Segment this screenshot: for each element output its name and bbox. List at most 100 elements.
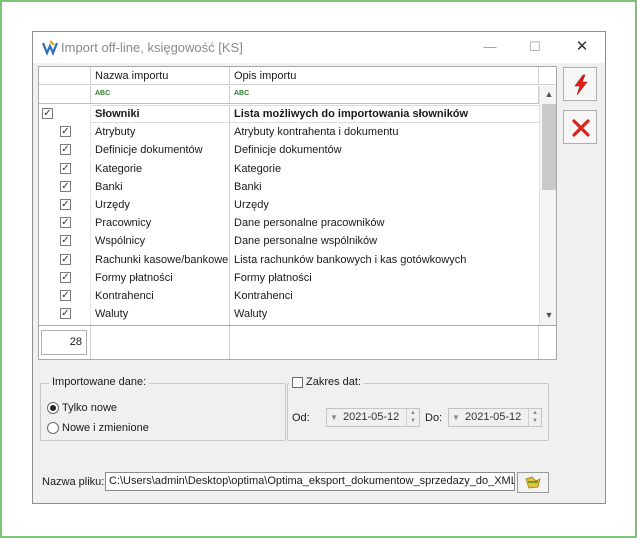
selected-row-outline <box>91 105 539 123</box>
footer-cell <box>230 326 539 359</box>
header-opis-importu[interactable]: Opis importu <box>230 67 539 85</box>
checkbox-checked-icon[interactable]: ✓ <box>42 108 53 119</box>
dropdown-icon: ▼ <box>330 413 338 422</box>
import-desc-cell: Dane personalne pracowników <box>234 217 385 230</box>
maximize-button[interactable]: ☐ <box>524 37 546 57</box>
row-cell <box>57 105 91 123</box>
dropdown-icon: ▼ <box>452 413 460 422</box>
scroll-down-icon[interactable]: ▼ <box>540 307 556 324</box>
table-row[interactable]: ✓ Banki Banki <box>39 177 539 196</box>
spinner-icon[interactable]: ▲ ▼ <box>528 409 541 426</box>
import-desc-cell: Banki <box>234 180 262 193</box>
row-cell <box>39 269 57 287</box>
vertical-scrollbar[interactable]: ▲ ▼ <box>539 86 556 325</box>
checkbox-unchecked-icon[interactable] <box>292 376 303 388</box>
title-bar: Import off-line, księgowość [KS] — ☐ ✕ <box>33 32 605 63</box>
close-button[interactable]: ✕ <box>571 37 593 57</box>
row-cell: ✓ <box>57 232 91 251</box>
file-name-label: Nazwa pliku: <box>42 476 105 488</box>
row-cell <box>39 196 57 214</box>
scroll-up-icon[interactable]: ▲ <box>540 86 556 103</box>
import-name-cell: Pracownicy <box>91 214 230 233</box>
date-range-group: Zakres dat: Od: ▼ 2021-05-12 ▲ ▼ Do: ▼ 20… <box>287 376 549 441</box>
table-row[interactable]: ✓ Formy płatności Formy płatności <box>39 268 539 287</box>
checkbox-checked-icon[interactable]: ✓ <box>60 144 71 156</box>
checkbox-checked-icon[interactable]: ✓ <box>60 180 71 192</box>
row-cell <box>39 251 57 269</box>
filter-cell-nazwa[interactable]: ABC <box>91 86 230 104</box>
filter-cell-opis[interactable]: ABC <box>230 86 539 104</box>
table-row[interactable]: ✓ Urzędy Urzędy <box>39 196 539 214</box>
radio-nowe-i-zmienione[interactable]: Nowe i zmienione <box>47 420 149 436</box>
imported-data-legend: Importowane dane: <box>49 376 150 388</box>
cancel-button[interactable] <box>563 110 597 144</box>
row-cell <box>39 232 57 250</box>
import-desc-cell: Lista rachunków bankowych i kas gotówkow… <box>234 253 467 266</box>
import-name-cell: Kontrahenci <box>91 287 230 305</box>
checkbox-checked-icon[interactable]: ✓ <box>60 217 71 229</box>
app-icon <box>41 40 59 56</box>
red-x-icon <box>572 119 590 137</box>
import-name-cell: Atrybuty <box>91 123 230 142</box>
table-row[interactable]: ✓ Atrybuty Atrybuty kontrahenta i dokument… <box>39 123 539 142</box>
table-row[interactable]: ✓ Wspólnicy Dane personalne wspólników <box>39 232 539 251</box>
row-cell: ✓ <box>57 159 91 178</box>
file-path-input[interactable]: C:\Users\admin\Desktop\optima\Optima_eks… <box>105 472 515 491</box>
to-date-field[interactable]: ▼ 2021-05-12 ▲ ▼ <box>448 408 542 427</box>
radio-label: Tylko nowe <box>62 402 118 414</box>
table-row[interactable]: ✓ Pracownicy Dane personalne pracowników <box>39 214 539 233</box>
from-label: Od: <box>292 412 310 424</box>
checkbox-checked-icon[interactable]: ✓ <box>60 235 71 247</box>
table-row[interactable]: ✓ Słowniki Lista możliwych do importowania… <box>39 105 539 123</box>
import-desc-cell: Definicje dokumentów <box>234 144 342 157</box>
checkbox-checked-icon[interactable]: ✓ <box>60 253 71 265</box>
table-row[interactable]: ✓ Definicje dokumentów Definicje dokumentó… <box>39 141 539 160</box>
from-date-field[interactable]: ▼ 2021-05-12 ▲ ▼ <box>326 408 420 427</box>
row-cell: ✓ <box>57 123 91 142</box>
minimize-button[interactable]: — <box>479 37 501 57</box>
table-row[interactable]: ✓ Rachunki kasowe/bankowe Lista rachunków … <box>39 250 539 269</box>
to-label: Do: <box>425 412 443 424</box>
import-name-cell: Wspólnicy <box>91 232 230 251</box>
spinner-icon[interactable]: ▲ ▼ <box>406 409 419 426</box>
scroll-thumb[interactable] <box>542 104 556 190</box>
table-row[interactable]: ✓ Kontrahenci Kontrahenci <box>39 287 539 305</box>
row-cell: ✓ <box>57 250 91 269</box>
radio-unselected-icon[interactable] <box>47 422 59 435</box>
text-filter-icon: ABC <box>234 90 250 97</box>
header-corner <box>539 67 556 85</box>
checkbox-checked-icon[interactable]: ✓ <box>60 290 71 301</box>
import-desc-cell: Waluty <box>234 308 268 321</box>
import-grid: Nazwa importu Opis importu ABC ABC ✓ Słow… <box>38 66 557 360</box>
row-cell: ✓ <box>57 214 91 233</box>
import-name-cell: Formy płatności <box>91 268 230 287</box>
import-desc-cell: Atrybuty kontrahenta i dokumentu <box>234 126 399 139</box>
browse-button[interactable] <box>517 472 549 493</box>
import-desc-cell: Urzędy <box>234 199 269 211</box>
grid-rows: ✓ Słowniki Lista możliwych do importowania… <box>39 105 539 325</box>
radio-tylko-nowe[interactable]: Tylko nowe <box>47 400 117 416</box>
row-cell: ✓ <box>57 287 91 305</box>
row-cell: ✓ <box>39 105 57 123</box>
text-filter-icon: ABC <box>95 90 111 97</box>
grid-footer: 28 <box>39 325 556 359</box>
checkbox-checked-icon[interactable]: ✓ <box>60 271 71 283</box>
row-cell: ✓ <box>57 141 91 160</box>
radio-selected-icon[interactable] <box>47 402 59 415</box>
import-desc-cell: Formy płatności <box>234 271 312 284</box>
checkbox-checked-icon[interactable]: ✓ <box>60 126 71 138</box>
import-button[interactable] <box>563 67 597 101</box>
row-cell: ✓ <box>57 177 91 196</box>
checkbox-checked-icon[interactable]: ✓ <box>60 162 71 174</box>
table-row[interactable]: ✓ Kategorie Kategorie <box>39 159 539 178</box>
import-name-cell: Rachunki kasowe/bankowe <box>91 250 230 269</box>
header-nazwa-importu[interactable]: Nazwa importu <box>91 67 230 85</box>
import-name-cell: Definicje dokumentów <box>91 141 230 160</box>
row-cell <box>39 287 57 305</box>
row-cell: ✓ <box>57 268 91 287</box>
table-row[interactable]: ✓ Waluty Waluty <box>39 305 539 324</box>
import-desc-cell: Kategorie <box>234 162 282 175</box>
checkbox-checked-icon[interactable]: ✓ <box>60 199 71 210</box>
checkbox-checked-icon[interactable]: ✓ <box>60 308 71 320</box>
date-range-checkbox[interactable]: Zakres dat: <box>289 376 365 388</box>
